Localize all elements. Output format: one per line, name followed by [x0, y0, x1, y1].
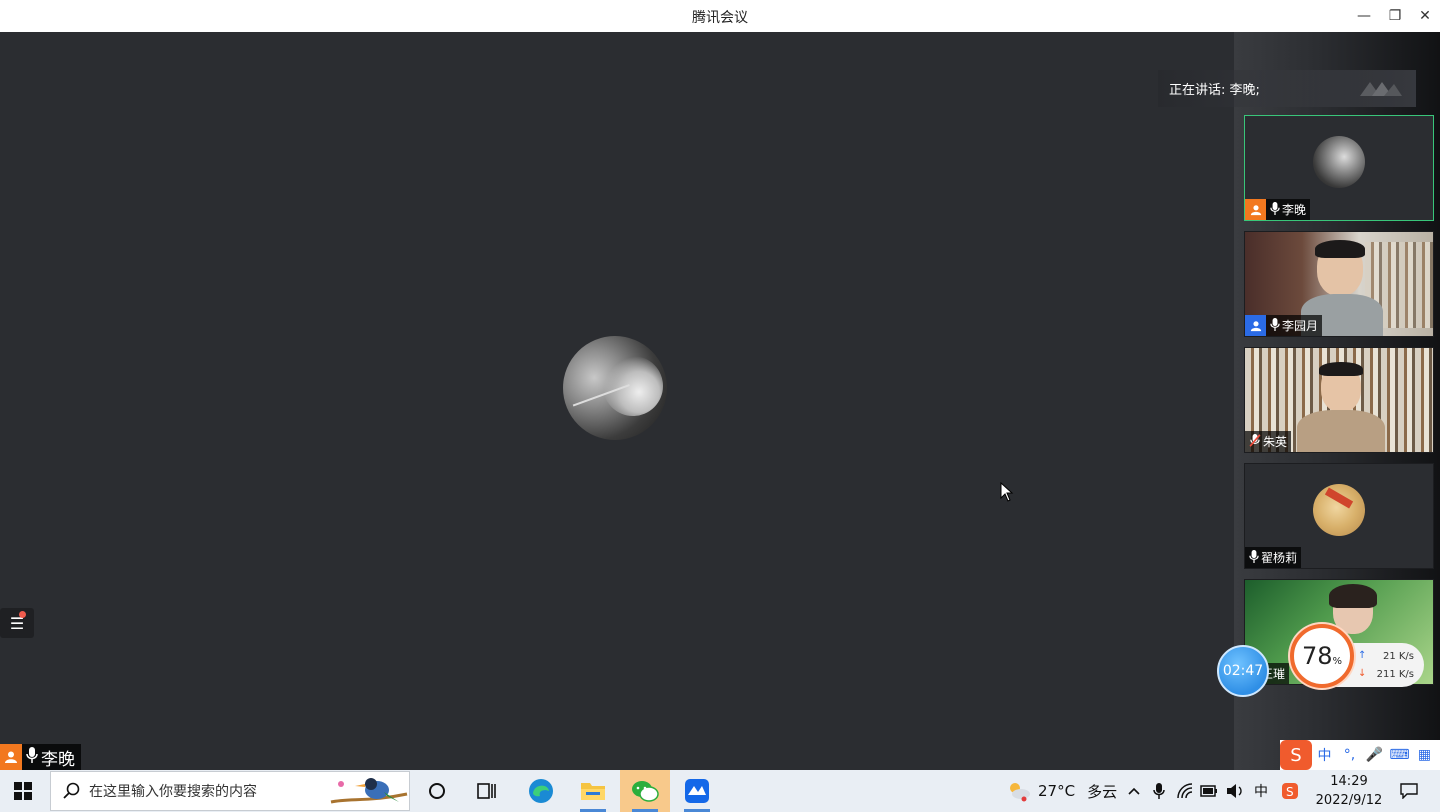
participant-avatar — [1313, 136, 1365, 188]
participant-name: 李晚 — [1282, 203, 1307, 217]
search-placeholder: 在这里输入你要搜索的内容 — [89, 784, 257, 800]
weather-temperature: 27°C — [1038, 782, 1076, 800]
window-title: 腾讯会议 — [692, 10, 748, 26]
participant-hair — [1315, 240, 1365, 258]
title-bar: 腾讯会议 — ❐ ✕ — [0, 0, 1440, 32]
task-view-icon — [477, 783, 496, 799]
windows-taskbar: 在这里输入你要搜索的内容 27°C 多云 中 S 14:29 2022/9/12 — [0, 770, 1440, 812]
tray-input-method-button[interactable]: 中 — [1250, 770, 1272, 812]
speaking-text: 正在讲话: 李晚; — [1169, 83, 1260, 98]
taskbar-search-box[interactable]: 在这里输入你要搜索的内容 — [50, 771, 410, 811]
participant-tile[interactable]: 翟杨莉 — [1244, 463, 1434, 569]
ime-mode-button[interactable]: 中 — [1312, 740, 1337, 770]
search-icon — [63, 782, 80, 799]
task-view-button[interactable] — [462, 770, 512, 812]
microphone-icon — [1249, 549, 1259, 566]
member-list-button[interactable]: ☰ — [0, 608, 34, 638]
notification-icon — [1400, 783, 1418, 799]
speaking-indicator: 正在讲话: 李晚; — [1158, 70, 1416, 107]
gauge-value: 78 — [1301, 642, 1333, 670]
sogou-logo-icon[interactable]: S — [1280, 740, 1312, 770]
participant-label: 朱英 — [1245, 431, 1292, 452]
weather-description: 多云 — [1087, 782, 1118, 801]
participant-avatar — [1313, 484, 1365, 536]
edge-icon — [529, 779, 553, 803]
participant-name: 李园月 — [1282, 319, 1319, 333]
mouse-cursor-icon — [1000, 482, 1014, 502]
start-button[interactable] — [0, 770, 46, 812]
partly-cloudy-icon — [1010, 783, 1030, 802]
tray-volume-button[interactable] — [1224, 770, 1246, 812]
main-participant-name: 李晚 — [41, 749, 75, 770]
ime-toolbar: S 中 °, 🎤 ⌨ ▦ — [1280, 740, 1440, 770]
download-speed: 211 K/s — [1376, 669, 1414, 680]
participant-shirt — [1297, 410, 1385, 452]
main-video-stage[interactable]: ☰ 李晚 — [0, 32, 1234, 770]
weather-widget[interactable]: 27°C 多云 — [1006, 770, 1117, 812]
tray-wifi-button[interactable] — [1174, 770, 1196, 812]
tray-sogou-button[interactable]: S — [1278, 770, 1302, 812]
ime-toolbox-icon[interactable]: ▦ — [1412, 740, 1437, 770]
cohost-badge-icon — [1245, 315, 1266, 336]
wechat-button[interactable] — [620, 770, 670, 812]
minimize-button[interactable]: — — [1351, 4, 1377, 28]
tencent-meeting-logo-icon — [1360, 82, 1402, 96]
action-center-button[interactable] — [1396, 770, 1422, 812]
ime-punctuation-button[interactable]: °, — [1337, 740, 1362, 770]
battery-charging-icon — [1200, 785, 1217, 797]
participant-hair — [1329, 584, 1377, 608]
participant-hair — [1319, 362, 1363, 376]
gauge-unit: % — [1332, 655, 1343, 667]
sogou-tray-icon: S — [1282, 783, 1298, 799]
chevron-up-icon — [1128, 787, 1140, 795]
clock-date: 2022/9/12 — [1315, 793, 1383, 808]
tencent-meeting-taskbar-button[interactable] — [672, 770, 722, 812]
host-badge-icon — [0, 744, 22, 770]
windows-logo-icon — [14, 782, 32, 800]
show-hidden-icons-button[interactable] — [1124, 770, 1144, 812]
participant-name: 翟杨莉 — [1261, 551, 1298, 565]
task-view-cortana-button[interactable] — [412, 770, 462, 812]
tray-battery-button[interactable] — [1198, 770, 1220, 812]
system-clock[interactable]: 14:29 2022/9/12 — [1308, 772, 1390, 810]
participant-label: 翟杨莉 — [1245, 547, 1302, 568]
participant-label: 李晚 — [1245, 199, 1311, 220]
main-participant-label: 李晚 — [0, 744, 81, 770]
upload-speed: 21 K/s — [1382, 651, 1414, 662]
memory-usage-gauge[interactable]: 78% — [1290, 624, 1354, 688]
ime-voice-icon[interactable]: 🎤 — [1362, 740, 1387, 770]
host-badge-icon — [1245, 199, 1266, 220]
edge-browser-button[interactable] — [516, 770, 566, 812]
participant-name: 朱英 — [1263, 435, 1288, 449]
search-highlight-bird-icon — [330, 778, 408, 804]
clock-time: 14:29 — [1330, 774, 1368, 789]
participant-tile[interactable]: 李园月 — [1244, 231, 1434, 337]
timer-widget[interactable]: 02:47 — [1217, 645, 1269, 697]
file-explorer-button[interactable] — [568, 770, 618, 812]
main-participant-avatar — [563, 336, 667, 440]
microphone-icon — [1270, 201, 1280, 218]
ime-keyboard-icon[interactable]: ⌨ — [1387, 740, 1412, 770]
tray-microphone-button[interactable] — [1148, 770, 1170, 812]
microphone-icon — [1153, 783, 1165, 799]
wechat-icon — [632, 781, 659, 802]
restore-button[interactable]: ❐ — [1382, 4, 1408, 28]
microphone-muted-icon — [1249, 433, 1261, 450]
microphone-icon — [1270, 317, 1280, 334]
close-button[interactable]: ✕ — [1412, 4, 1438, 28]
tencent-meeting-icon — [685, 779, 709, 803]
folder-icon — [581, 783, 605, 800]
participant-tile[interactable]: 朱英 — [1244, 347, 1434, 453]
cortana-circle-icon — [429, 783, 445, 799]
speaker-icon — [1227, 784, 1242, 798]
notification-dot — [19, 611, 26, 618]
svg-text:S: S — [1286, 785, 1294, 799]
participant-label: 李园月 — [1245, 315, 1323, 336]
participant-tile[interactable]: 李晚 — [1244, 115, 1434, 221]
wifi-icon — [1177, 783, 1193, 799]
microphone-icon — [26, 747, 38, 767]
